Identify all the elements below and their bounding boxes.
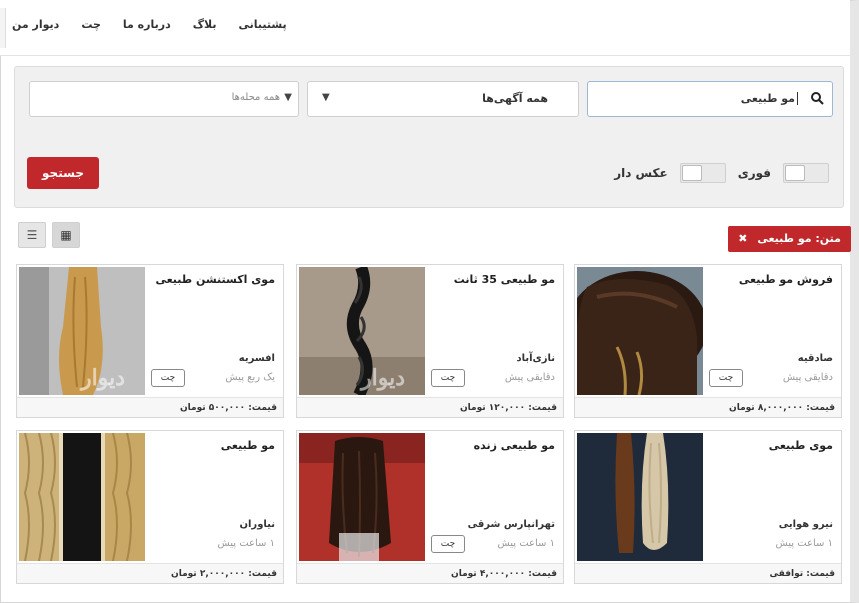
listing-location: نیرو هوایی [778,519,833,530]
hair-photo [19,433,145,561]
top-navigation: دیوار من چت درباره ما بلاگ پشتیبانی [0,0,850,56]
search-panel: مو طبیعی همه آگهی‌ها ▼ ▼ همه محله‌ها عکس… [14,66,844,208]
filter-chip-label: متن: مو طبیعی [757,232,841,245]
listing-time: دقایقی پیش [782,372,833,383]
listing-location: تهرانپارس شرقی [467,519,555,530]
listing-thumbnail [577,267,703,395]
area-select-value: همه محله‌ها [231,92,280,103]
listing-thumbnail: دیوار [19,267,145,395]
list-icon: ☰ [26,228,38,242]
listing-title[interactable]: مو طبیعی 35 ثانت [454,273,555,286]
listing-price: قیمت: توافقی [575,563,841,583]
chat-button[interactable]: چت [431,535,465,553]
listing-card[interactable]: فروش مو طبیعی صادقیه دقایقی پیش چت قیمت:… [574,264,842,418]
list-view-button[interactable]: ☰ [18,222,46,248]
close-icon[interactable]: ✖ [738,232,747,245]
listing-time: یک ربع پیش [225,372,275,383]
listing-title[interactable]: فروش مو طبیعی [739,273,833,286]
listing-price: قیمت: ۵۰۰,۰۰۰ تومان [17,397,283,417]
chat-button[interactable]: چت [151,369,185,387]
listing-card[interactable]: موی طبیعی نیرو هوایی ۱ ساعت پیش قیمت: تو… [574,430,842,584]
listing-title[interactable]: مو طبیعی [221,439,275,452]
listing-price: قیمت: ۴,۰۰۰,۰۰۰ تومان [297,563,563,583]
nav-link-chat[interactable]: چت [81,18,101,31]
listing-card[interactable]: مو طبیعی نیاوران ۱ ساعت پیش قیمت: ۲,۰۰۰,… [16,430,284,584]
nav-link-my-divar[interactable]: دیوار من [12,18,59,31]
chat-button[interactable]: چت [709,369,743,387]
listing-location: افسریه [238,353,275,364]
listing-price: قیمت: ۱۲۰,۰۰۰ تومان [297,397,563,417]
search-button[interactable]: جستجو [27,157,99,189]
toggle-knob [785,165,805,181]
listing-price: قیمت: ۲,۰۰۰,۰۰۰ تومان [17,563,283,583]
hair-photo [577,433,703,561]
listing-card[interactable]: مو طبیعی زنده تهرانپارس شرقی ۱ ساعت پیش … [296,430,564,584]
nav-links: دیوار من چت درباره ما بلاگ پشتیبانی [12,18,287,31]
photo-toggle[interactable] [679,163,726,183]
listing-thumbnail [299,433,425,561]
grid-icon: ▦ [60,228,72,242]
listing-time: ۱ ساعت پیش [217,538,276,549]
watermark-text: دیوار [81,365,126,391]
chevron-down-icon: ▼ [284,92,292,103]
listing-location: نازی‌آباد [516,353,555,364]
search-icon [811,92,824,105]
urgent-toggle-label: فوری [737,166,771,180]
search-input[interactable]: مو طبیعی [587,81,833,117]
listing-title[interactable]: مو طبیعی زنده [474,439,555,452]
toggle-row: عکس دار فوری [614,163,829,183]
listing-price: قیمت: ۸,۰۰۰,۰۰۰ تومان [575,397,841,417]
nav-edge [0,8,6,48]
listing-location: نیاوران [239,519,275,530]
active-filter-chip[interactable]: متن: مو طبیعی ✖ [728,226,851,252]
listing-location: صادقیه [797,353,833,364]
photo-toggle-label: عکس دار [614,166,668,180]
chevron-down-icon: ▼ [322,92,330,103]
nav-link-support[interactable]: پشتیبانی [239,18,287,31]
listing-time: ۱ ساعت پیش [775,538,834,549]
urgent-toggle[interactable] [783,163,829,183]
nav-link-blog[interactable]: بلاگ [193,18,217,31]
listing-thumbnail [577,433,703,561]
hair-photo [577,267,703,395]
area-select[interactable]: ▼ همه محله‌ها [29,81,299,117]
category-select-value: همه آگهی‌ها [482,92,548,105]
category-select[interactable]: همه آگهی‌ها ▼ [307,81,579,117]
grid-view-button[interactable]: ▦ [52,222,80,248]
watermark-text: دیوار [361,365,406,391]
listing-thumbnail [19,433,145,561]
listing-card[interactable]: دیوار موی اکستنشن طبیعی افسریه یک ربع پی… [16,264,284,418]
listing-title[interactable]: موی طبیعی [769,439,833,452]
listing-time: دقایقی پیش [504,372,555,383]
listing-time: ۱ ساعت پیش [497,538,556,549]
search-query-text: مو طبیعی [741,92,798,105]
listing-title[interactable]: موی اکستنشن طبیعی [155,273,275,286]
listing-thumbnail: دیوار [299,267,425,395]
listing-card[interactable]: دیوار مو طبیعی 35 ثانت نازی‌آباد دقایقی … [296,264,564,418]
toggle-knob [681,165,702,181]
chat-button[interactable]: چت [431,369,465,387]
nav-link-about[interactable]: درباره ما [123,18,171,31]
hair-photo [299,433,425,561]
